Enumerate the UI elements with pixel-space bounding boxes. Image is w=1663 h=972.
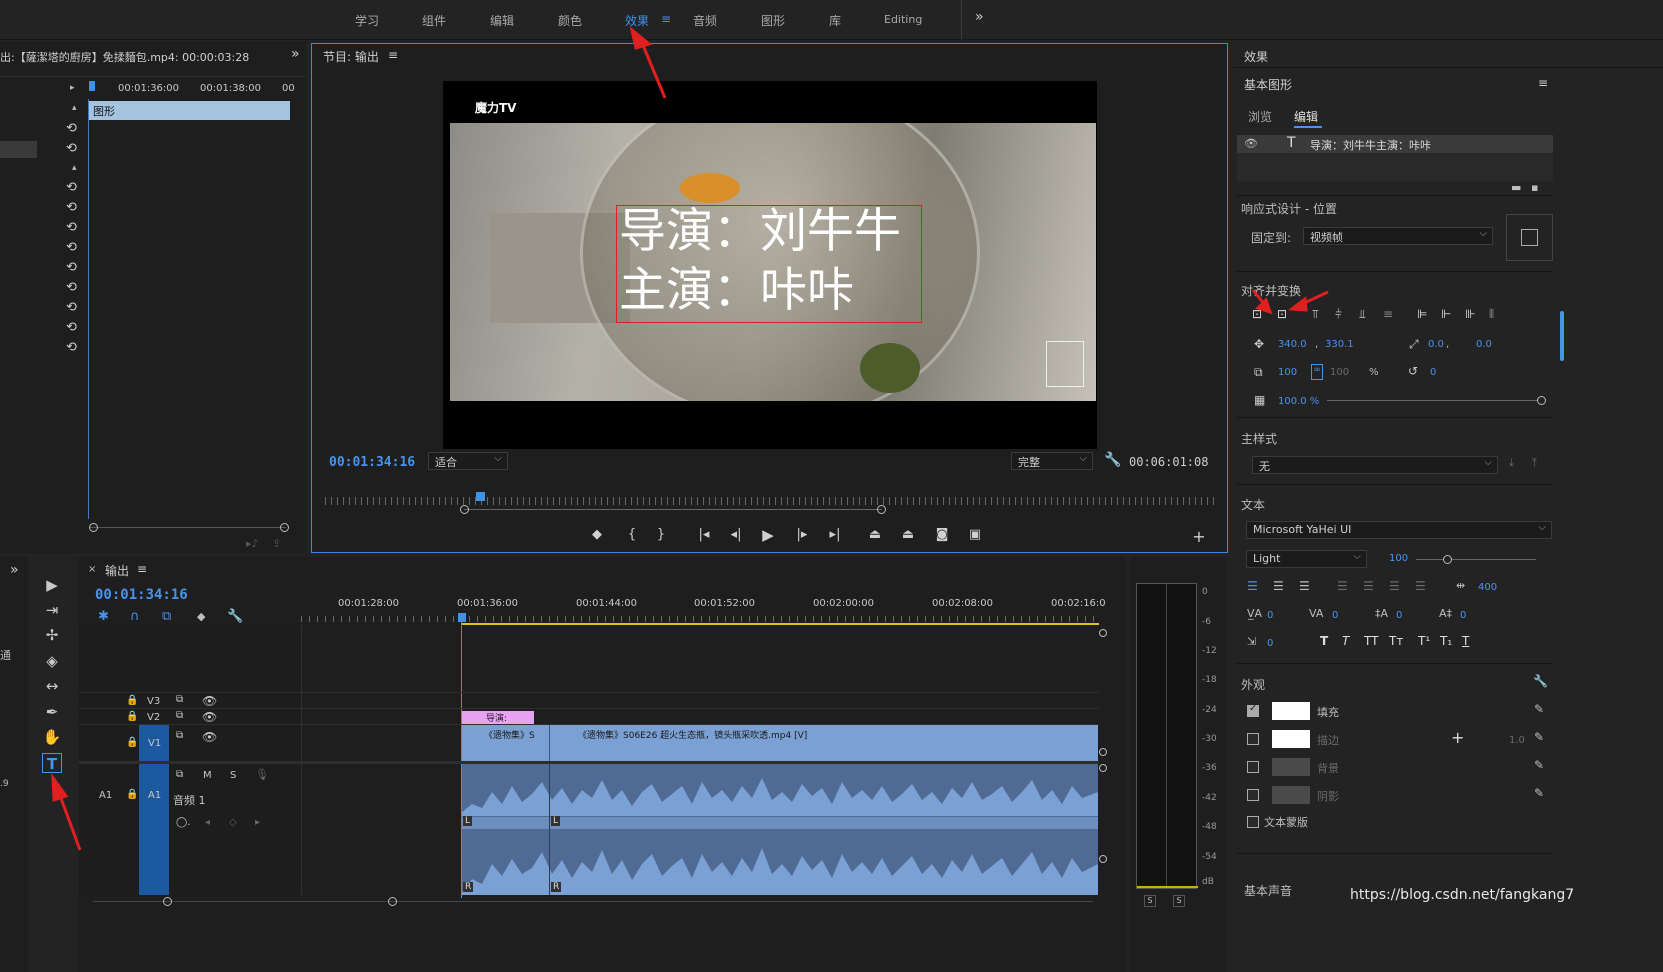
- annotation-arrows: [51, 26, 1329, 851]
- arrow-icon: [51, 26, 1329, 851]
